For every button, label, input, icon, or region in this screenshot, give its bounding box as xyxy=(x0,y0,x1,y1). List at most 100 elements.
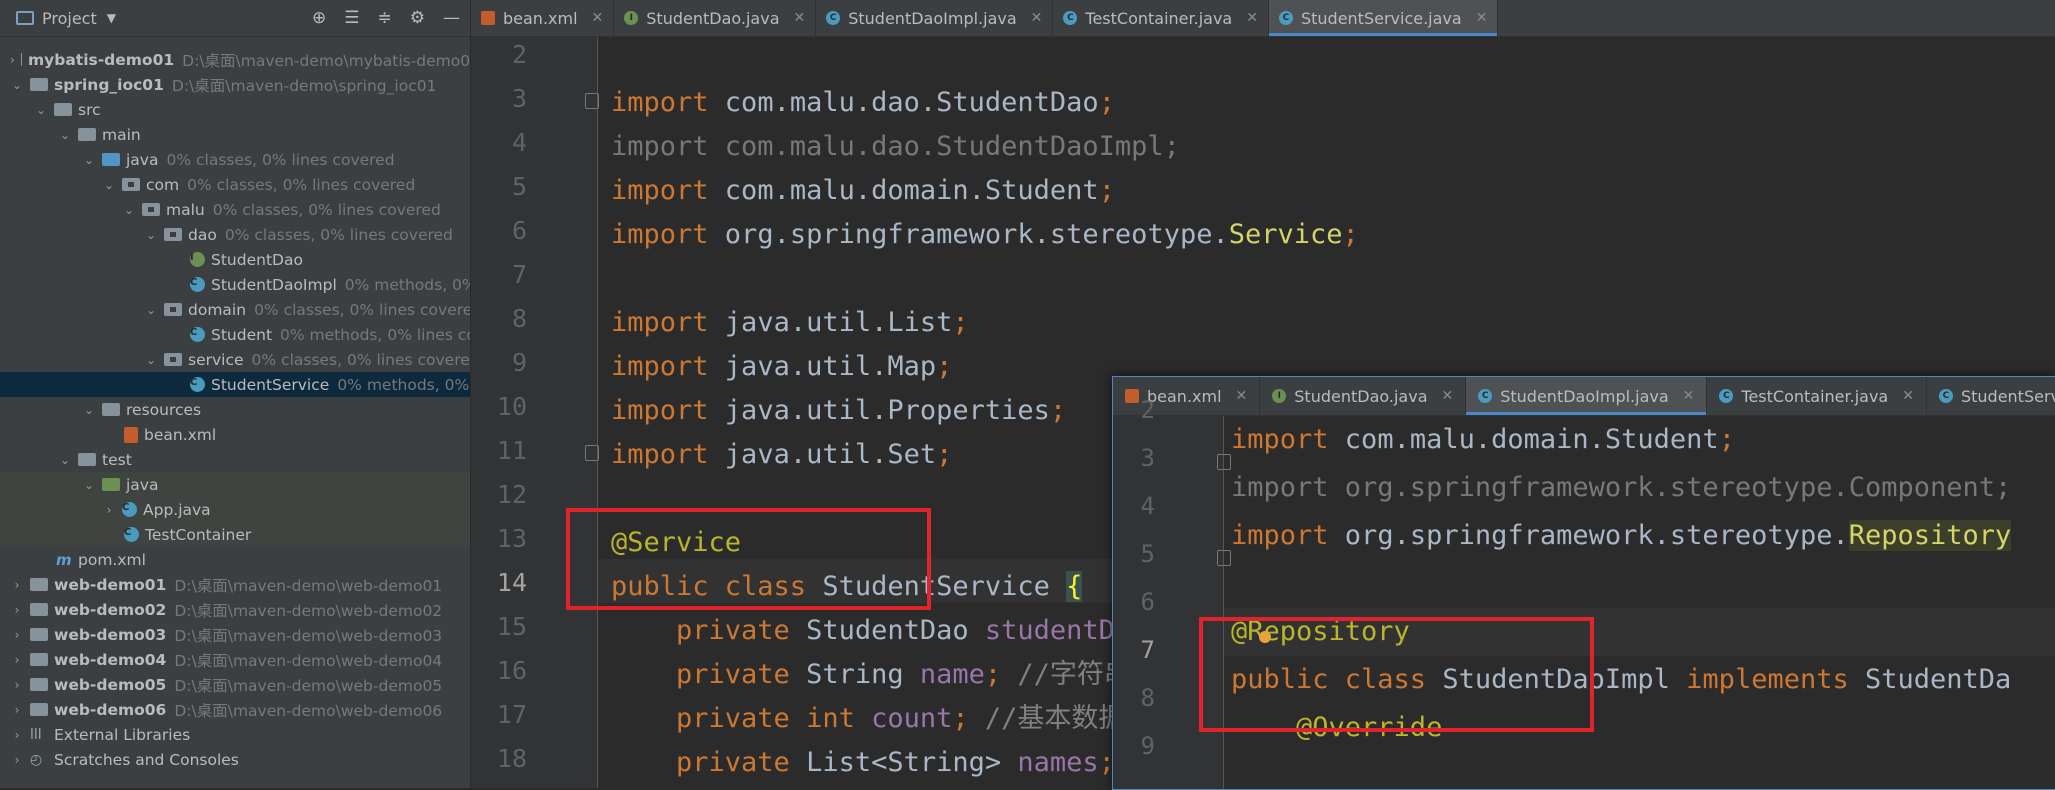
chevron-right-icon[interactable]: › xyxy=(10,653,24,667)
tree-item-spring-ioc01[interactable]: ⌄ spring_ioc01 D:\桌面\maven-demo\spring_i… xyxy=(0,72,470,97)
gear-icon[interactable]: ⚙ xyxy=(410,8,425,28)
expand-all-icon[interactable]: ☰ xyxy=(344,8,359,28)
collapse-all-icon[interactable]: ≑ xyxy=(378,8,392,28)
project-panel-title[interactable]: Project xyxy=(42,9,97,28)
editor-tab-bar: bean.xml ✕ I StudentDao.java ✕ C Student… xyxy=(471,0,2055,37)
chevron-down-icon[interactable]: ⌄ xyxy=(34,103,48,117)
chevron-right-icon[interactable]: › xyxy=(10,728,24,742)
tree-item-web-demo04[interactable]: › web-demo04 D:\桌面\maven-demo\web-demo04 xyxy=(0,647,470,672)
tree-item-web-demo05[interactable]: › web-demo05 D:\桌面\maven-demo\web-demo05 xyxy=(0,672,470,697)
code-area[interactable]: import com.malu.dao.StudentDao; import c… xyxy=(611,37,1359,778)
tree-item-label: web-demo06 xyxy=(54,700,167,719)
tab-studentdaoimpl-java[interactable]: C StudentDaoImpl.java ✕ xyxy=(816,0,1054,36)
tree-item-student[interactable]: C Student 0% methods, 0% lines cove xyxy=(0,322,470,347)
tab-studentdao-java[interactable]: I StudentDao.java ✕ xyxy=(1260,377,1467,415)
close-icon[interactable]: ✕ xyxy=(1902,388,1914,404)
chevron-down-icon[interactable]: ⌄ xyxy=(144,353,158,367)
chevron-right-icon[interactable]: › xyxy=(102,503,116,517)
line-number: 8 xyxy=(511,304,527,333)
tree-item-testcontainer[interactable]: C TestContainer xyxy=(0,522,470,547)
chevron-down-icon[interactable]: ⌄ xyxy=(82,153,96,167)
tab-label: StudentDaoImpl.java xyxy=(848,8,1017,28)
close-icon[interactable]: ✕ xyxy=(1031,10,1043,26)
tab-label: StudentDao.java xyxy=(1294,386,1428,406)
chevron-down-icon[interactable]: ⌄ xyxy=(144,228,158,242)
close-icon[interactable]: ✕ xyxy=(592,10,604,26)
chevron-down-icon[interactable]: ⌄ xyxy=(58,453,72,467)
tree-item-malu[interactable]: ⌄ malu 0% classes, 0% lines covered xyxy=(0,197,470,222)
close-icon[interactable]: ✕ xyxy=(1442,388,1454,404)
chevron-down-icon[interactable]: ⌄ xyxy=(144,303,158,317)
tab-studentdaoimpl-java[interactable]: C StudentDaoImpl.java ✕ xyxy=(1466,377,1708,415)
tab-studentdao-java[interactable]: I StudentDao.java ✕ xyxy=(614,0,817,36)
chevron-down-icon[interactable]: ⌄ xyxy=(82,478,96,492)
tab-bean-xml[interactable]: bean.xml ✕ xyxy=(471,0,615,36)
tree-item-scratches[interactable]: › ◴ Scratches and Consoles xyxy=(0,747,470,772)
minimize-icon[interactable]: — xyxy=(443,8,460,28)
chevron-right-icon[interactable]: › xyxy=(10,53,15,67)
fold-marker-icon[interactable] xyxy=(1217,454,1231,470)
tree-item-external-libraries[interactable]: › lll External Libraries xyxy=(0,722,470,747)
class-icon: C xyxy=(1063,11,1078,25)
chevron-down-icon[interactable]: ⌄ xyxy=(82,403,96,417)
tree-item-studentdao[interactable]: I StudentDao xyxy=(0,247,470,272)
fold-marker-icon[interactable] xyxy=(585,93,599,109)
tree-item-mybatis-demo01[interactable]: › mybatis-demo01 D:\桌面\maven-demo\mybati… xyxy=(0,47,470,72)
tree-item-com[interactable]: ⌄ com 0% classes, 0% lines covered xyxy=(0,172,470,197)
tree-item-studentdaoimpl[interactable]: C StudentDaoImpl 0% methods, 0% li xyxy=(0,272,470,297)
chevron-right-icon[interactable]: › xyxy=(10,753,24,767)
line-number: 3 xyxy=(1140,444,1155,472)
fold-marker-icon[interactable] xyxy=(585,445,599,461)
tree-item-domain[interactable]: ⌄ domain 0% classes, 0% lines covered xyxy=(0,297,470,322)
chevron-down-icon[interactable]: ⌄ xyxy=(10,78,24,92)
tree-item-web-demo02[interactable]: › web-demo02 D:\桌面\maven-demo\web-demo02 xyxy=(0,597,470,622)
chevron-down-icon[interactable]: ▼ xyxy=(107,11,116,25)
tree-item-label: domain xyxy=(188,300,247,319)
tree-item-label: External Libraries xyxy=(54,725,191,744)
tab-testcontainer-java[interactable]: C TestContainer.java ✕ xyxy=(1707,377,1927,415)
tree-item-hint: 0% classes, 0% lines covered xyxy=(224,225,453,244)
close-icon[interactable]: ✕ xyxy=(1683,388,1695,404)
class-icon: C xyxy=(1719,389,1734,403)
close-icon[interactable]: ✕ xyxy=(1236,388,1248,404)
tree-item-dao[interactable]: ⌄ dao 0% classes, 0% lines covered xyxy=(0,222,470,247)
tree-item-src[interactable]: ⌄ src xyxy=(0,97,470,122)
close-icon[interactable]: ✕ xyxy=(1476,10,1488,26)
tab-label: StudentService.java xyxy=(1960,386,2055,406)
tree-item-app-java[interactable]: › C App.java xyxy=(0,497,470,522)
tab-label: StudentDao.java xyxy=(646,8,780,28)
chevron-right-icon[interactable]: › xyxy=(10,678,24,692)
chevron-right-icon[interactable]: › xyxy=(10,628,24,642)
code-line-4: import com.malu.dao.StudentDaoImpl; xyxy=(611,131,1180,162)
tree-item-web-demo06[interactable]: › web-demo06 D:\桌面\maven-demo\web-demo06 xyxy=(0,697,470,722)
tree-item-bean-xml[interactable]: bean.xml xyxy=(0,422,470,447)
code-line-9: import java.util.Map; xyxy=(611,351,953,382)
tab-testcontainer-java[interactable]: C TestContainer.java ✕ xyxy=(1053,0,1269,36)
class-icon: C xyxy=(122,502,137,517)
chevron-right-icon[interactable]: › xyxy=(10,603,24,617)
tree-item-studentservice[interactable]: C StudentService 0% methods, 0% li xyxy=(0,372,470,397)
module-folder-icon xyxy=(30,628,48,641)
chevron-down-icon[interactable]: ⌄ xyxy=(102,178,116,192)
fold-marker-icon[interactable] xyxy=(1217,550,1231,566)
chevron-right-icon[interactable]: › xyxy=(10,703,24,717)
tree-item-service[interactable]: ⌄ service 0% classes, 0% lines covered xyxy=(0,347,470,372)
line-number: 4 xyxy=(511,128,527,157)
chevron-right-icon[interactable]: › xyxy=(10,578,24,592)
tree-item-web-demo01[interactable]: › web-demo01 D:\桌面\maven-demo\web-demo01 xyxy=(0,572,470,597)
tree-item-pom-xml[interactable]: m pom.xml xyxy=(0,547,470,572)
tree-item-java[interactable]: ⌄ java 0% classes, 0% lines covered xyxy=(0,147,470,172)
line-number: 13 xyxy=(496,524,527,553)
tree-item-test-java[interactable]: ⌄ java xyxy=(0,472,470,497)
close-icon[interactable]: ✕ xyxy=(794,10,806,26)
locate-icon[interactable]: ⊕ xyxy=(312,8,326,28)
tree-item-main[interactable]: ⌄ main xyxy=(0,122,470,147)
chevron-down-icon[interactable]: ⌄ xyxy=(122,203,136,217)
tab-studentservice-java[interactable]: C StudentService.java ✕ xyxy=(1927,377,2055,415)
close-icon[interactable]: ✕ xyxy=(1246,10,1258,26)
tree-item-web-demo03[interactable]: › web-demo03 D:\桌面\maven-demo\web-demo03 xyxy=(0,622,470,647)
tab-studentservice-java[interactable]: C StudentService.java ✕ xyxy=(1268,0,1499,36)
chevron-down-icon[interactable]: ⌄ xyxy=(58,128,72,142)
tree-item-resources[interactable]: ⌄ resources xyxy=(0,397,470,422)
tree-item-test[interactable]: ⌄ test xyxy=(0,447,470,472)
